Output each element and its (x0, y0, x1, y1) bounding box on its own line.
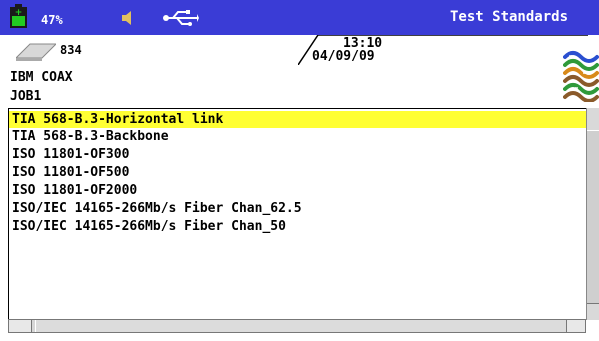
scroll-right-button[interactable] (566, 320, 585, 332)
scroll-left-button[interactable] (9, 320, 32, 332)
header-info: 834 13:10 04/09/09 IBM COAX JOB1 (0, 35, 599, 105)
memory-count: 834 (60, 43, 82, 57)
standards-list: TIA 568-B.3-Horizontal link TIA 568-B.3-… (8, 108, 587, 320)
list-item[interactable]: TIA 568-B.3-Horizontal link (9, 111, 586, 128)
tester-screen: + 47% Test Standards 834 13:10 04/09/09 (0, 0, 599, 341)
svg-text:+: + (15, 8, 23, 18)
battery-percent: 47% (41, 13, 63, 27)
list-item[interactable]: ISO/IEC 14165-266Mb/s Fiber Chan_62.5 (9, 200, 586, 217)
battery-icon: + (10, 4, 27, 28)
cable-type-label: IBM COAX (10, 70, 73, 85)
list-item[interactable]: ISO 11801-OF300 (9, 146, 586, 163)
job-label: JOB1 (10, 89, 42, 104)
date-display: 04/09/09 (312, 49, 375, 64)
usb-icon (163, 10, 199, 26)
list-item[interactable]: TIA 568-B.3-Backbone (9, 128, 586, 145)
horizontal-scrollbar-thumb[interactable] (35, 320, 567, 332)
status-bar: + 47% Test Standards (0, 0, 599, 35)
list-item[interactable]: ISO 11801-OF2000 (9, 182, 586, 199)
vertical-scrollbar-thumb[interactable] (587, 130, 599, 304)
page-title: Test Standards (450, 9, 569, 25)
horizontal-scrollbar[interactable] (8, 319, 586, 333)
cable-bundle-icon (563, 51, 599, 102)
memory-card-icon (16, 43, 56, 61)
list-item[interactable]: ISO 11801-OF500 (9, 164, 586, 181)
speaker-icon[interactable] (119, 10, 135, 26)
list-item[interactable]: ISO/IEC 14165-266Mb/s Fiber Chan_50 (9, 218, 586, 235)
bottom-strip (0, 334, 599, 341)
vertical-scrollbar[interactable] (586, 108, 599, 320)
